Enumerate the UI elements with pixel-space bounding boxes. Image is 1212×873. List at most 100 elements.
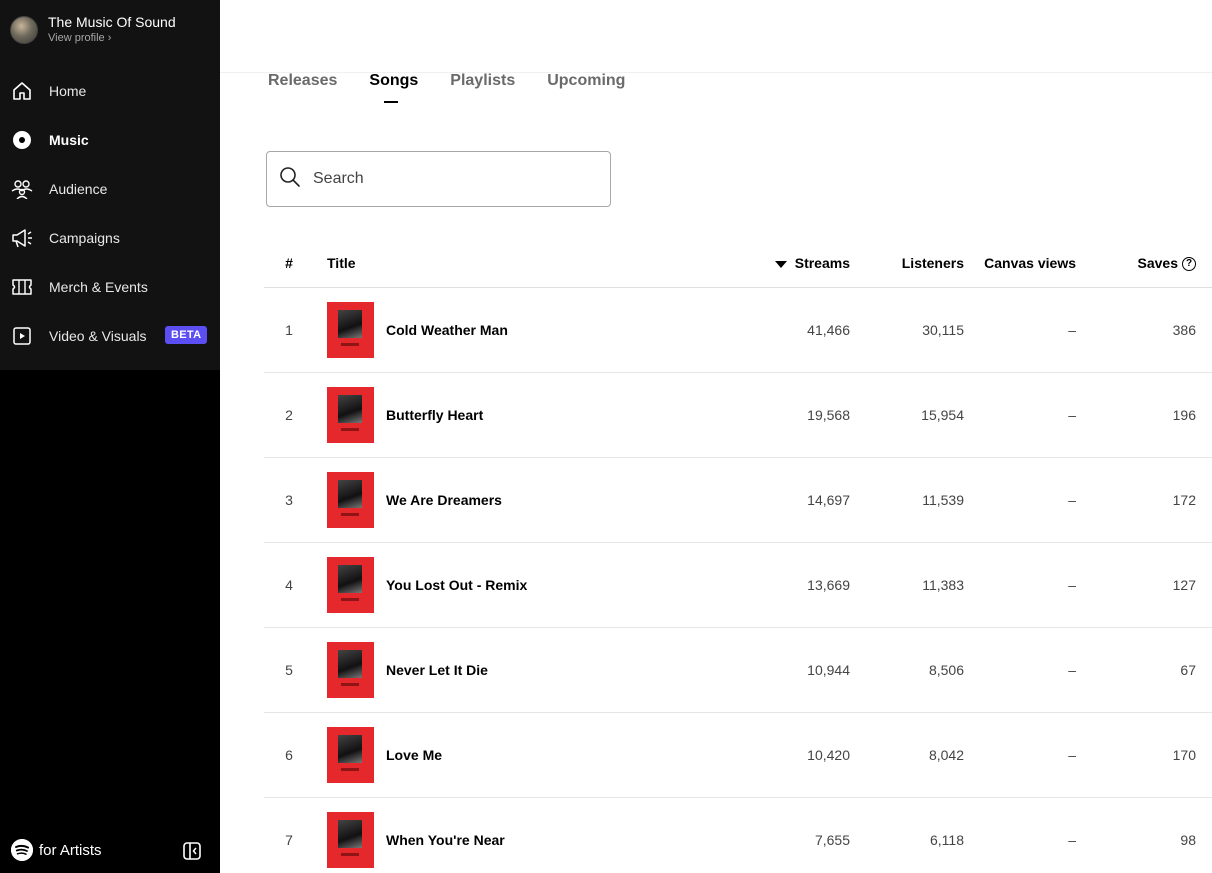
table-row[interactable]: 2 Butterfly Heart 19,568 15,954 – 196	[264, 372, 1212, 458]
row-canvas-views: –	[964, 797, 1084, 873]
row-rank: 6	[264, 712, 314, 798]
cover-art	[327, 556, 374, 613]
audience-icon	[11, 178, 33, 200]
sidebar-item-video-visuals[interactable]: Video & Visuals BETA	[0, 311, 220, 360]
song-title[interactable]: When You're Near	[386, 832, 505, 848]
beta-badge: BETA	[165, 326, 208, 344]
row-title-cell: When You're Near	[314, 797, 710, 873]
avatar	[10, 15, 38, 44]
row-rank: 1	[264, 287, 314, 373]
cover-art	[327, 301, 374, 358]
row-title-cell: You Lost Out - Remix	[314, 542, 710, 628]
search-input[interactable]	[313, 170, 593, 188]
row-streams: 13,669	[710, 542, 850, 628]
table-row[interactable]: 3 We Are Dreamers 14,697 11,539 – 172	[264, 457, 1212, 543]
table-row[interactable]: 5 Never Let It Die 10,944 8,506 – 67	[264, 627, 1212, 713]
table-row[interactable]: 6 Love Me 10,420 8,042 – 170	[264, 712, 1212, 798]
row-canvas-views: –	[964, 627, 1084, 713]
cover-art	[327, 811, 374, 868]
song-title[interactable]: You Lost Out - Remix	[386, 577, 527, 593]
songs-table: # Title Streams Listeners Canvas views S…	[264, 240, 1212, 873]
collapse-sidebar-button[interactable]	[182, 841, 202, 861]
column-header-listeners[interactable]: Listeners	[850, 240, 964, 288]
help-icon[interactable]: ?	[1182, 257, 1196, 272]
row-saves: 196	[1084, 372, 1212, 458]
row-streams: 7,655	[710, 797, 850, 873]
profile-link[interactable]: The Music Of Sound View profile ›	[10, 14, 176, 45]
cover-art	[327, 386, 374, 443]
tab-releases[interactable]: Releases	[268, 72, 337, 90]
row-rank: 3	[264, 457, 314, 543]
row-listeners: 15,954	[850, 372, 964, 458]
music-tabs: Releases Songs Playlists Upcoming	[268, 72, 657, 103]
table-row[interactable]: 4 You Lost Out - Remix 13,669 11,383 – 1…	[264, 542, 1212, 628]
row-saves: 170	[1084, 712, 1212, 798]
search-icon	[279, 166, 301, 193]
table-row[interactable]: 7 When You're Near 7,655 6,118 – 98	[264, 797, 1212, 873]
ticket-icon	[11, 276, 33, 298]
column-header-canvas-views[interactable]: Canvas views	[964, 240, 1084, 288]
row-title-cell: Love Me	[314, 712, 710, 798]
video-icon	[11, 325, 33, 347]
song-title[interactable]: Love Me	[386, 747, 442, 763]
row-canvas-views: –	[964, 712, 1084, 798]
row-saves: 127	[1084, 542, 1212, 628]
app-root: The Music Of Sound View profile › Home M…	[0, 0, 1212, 873]
sort-descending-icon	[774, 261, 787, 269]
row-saves: 386	[1084, 287, 1212, 373]
song-title[interactable]: Cold Weather Man	[386, 322, 508, 338]
column-header-saves[interactable]: Saves?	[1084, 240, 1212, 288]
row-listeners: 6,118	[850, 797, 964, 873]
tab-songs[interactable]: Songs	[369, 72, 418, 103]
table-header-row: # Title Streams Listeners Canvas views S…	[264, 240, 1212, 288]
sidebar-item-music[interactable]: Music	[0, 115, 220, 164]
home-icon	[11, 80, 33, 102]
column-header-streams[interactable]: Streams	[710, 240, 850, 288]
streams-header-label: Streams	[794, 255, 850, 272]
sidebar-item-campaigns[interactable]: Campaigns	[0, 213, 220, 262]
main-content: Releases Songs Playlists Upcoming # Titl…	[220, 0, 1212, 873]
sidebar: The Music Of Sound View profile › Home M…	[0, 0, 220, 873]
row-saves: 98	[1084, 797, 1212, 873]
cover-art	[327, 641, 374, 698]
row-listeners: 8,042	[850, 712, 964, 798]
row-title-cell: Butterfly Heart	[314, 372, 710, 458]
view-profile-link[interactable]: View profile ›	[48, 31, 176, 45]
sidebar-collapse-icon	[182, 842, 202, 865]
sidebar-item-label: Campaigns	[49, 229, 120, 246]
row-streams: 10,944	[710, 627, 850, 713]
tab-upcoming[interactable]: Upcoming	[547, 72, 625, 90]
song-title[interactable]: We Are Dreamers	[386, 492, 502, 508]
search-box[interactable]	[266, 151, 611, 207]
sidebar-item-audience[interactable]: Audience	[0, 164, 220, 213]
sidebar-top: The Music Of Sound View profile › Home M…	[0, 0, 220, 370]
column-header-title[interactable]: Title	[314, 240, 710, 288]
song-title[interactable]: Butterfly Heart	[386, 407, 483, 423]
row-canvas-views: –	[964, 457, 1084, 543]
sidebar-item-label: Audience	[49, 180, 108, 197]
row-canvas-views: –	[964, 287, 1084, 373]
sidebar-item-label: Video & Visuals	[49, 327, 147, 344]
table-row[interactable]: 1 Cold Weather Man 41,466 30,115 – 386	[264, 287, 1212, 373]
sidebar-item-label: Home	[49, 82, 87, 99]
sidebar-item-home[interactable]: Home	[0, 66, 220, 115]
song-title[interactable]: Never Let It Die	[386, 662, 488, 678]
sidebar-item-label: Merch & Events	[49, 278, 148, 295]
sidebar-item-merch-events[interactable]: Merch & Events	[0, 262, 220, 311]
sidebar-nav: Home Music Audience Campaigns Merch & Ev…	[0, 66, 220, 360]
row-canvas-views: –	[964, 372, 1084, 458]
row-streams: 14,697	[710, 457, 850, 543]
row-streams: 19,568	[710, 372, 850, 458]
row-listeners: 8,506	[850, 627, 964, 713]
megaphone-icon	[11, 227, 33, 249]
row-title-cell: Never Let It Die	[314, 627, 710, 713]
music-icon	[11, 129, 33, 151]
row-saves: 172	[1084, 457, 1212, 543]
spotify-for-artists-logo[interactable]: for Artists	[11, 839, 102, 861]
row-canvas-views: –	[964, 542, 1084, 628]
spotify-icon	[11, 839, 33, 861]
row-rank: 2	[264, 372, 314, 458]
tab-playlists[interactable]: Playlists	[450, 72, 515, 90]
row-rank: 5	[264, 627, 314, 713]
row-listeners: 11,539	[850, 457, 964, 543]
